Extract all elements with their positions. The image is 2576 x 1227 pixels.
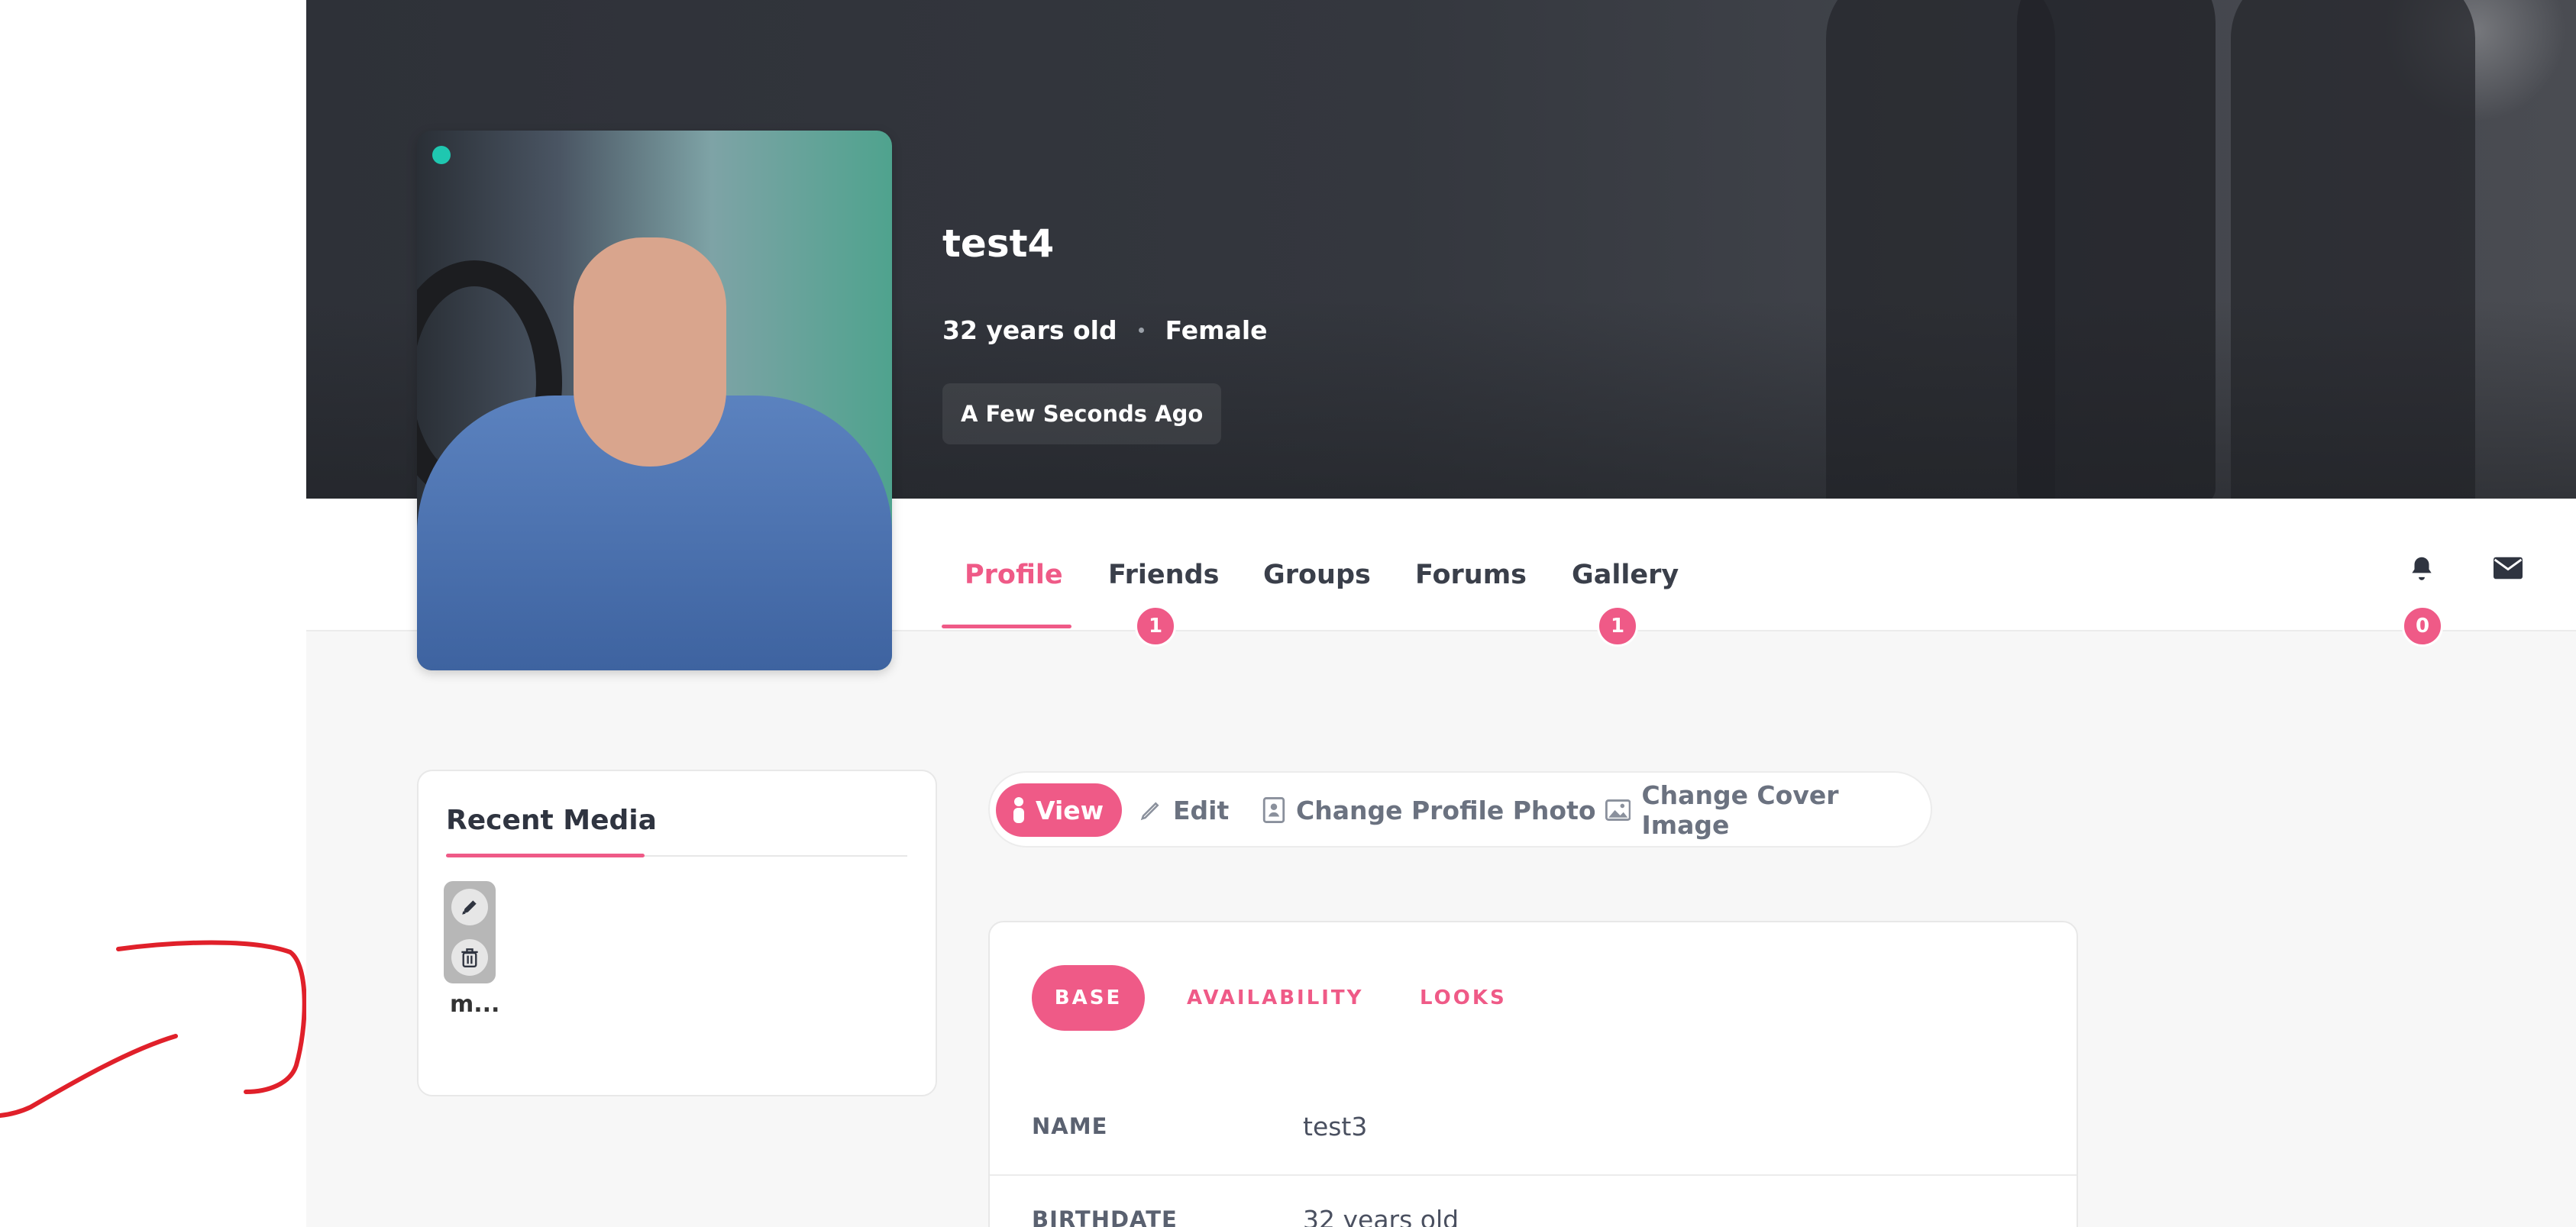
profile-info-card: BASE AVAILABILITY LOOKS NAME test3 BIRTH…: [988, 921, 2078, 1227]
active-tab-indicator: [942, 625, 1071, 628]
recent-media-title: Recent Media: [446, 805, 657, 836]
recent-media-card: Recent Media m...: [417, 770, 937, 1096]
row-divider: [990, 1174, 2077, 1176]
change-cover-image-label: Change Cover Image: [1641, 780, 1839, 840]
profile-page: test4 32 years old Female A Few Seconds …: [306, 0, 2576, 1227]
profile-meta: 32 years old Female: [942, 315, 1268, 345]
person-icon: [1013, 797, 1024, 823]
tab-profile[interactable]: Profile: [965, 560, 1063, 590]
change-profile-photo-button[interactable]: Change Profile Photo: [1262, 783, 1596, 837]
tab-groups[interactable]: Groups: [1263, 560, 1371, 590]
view-button-label: View: [1036, 795, 1104, 825]
separator-dot: [1138, 328, 1144, 333]
trash-icon[interactable]: [451, 939, 488, 976]
profile-actions: View Edit Change Profile Photo Change Co…: [988, 771, 1932, 848]
online-status-indicator: [432, 146, 451, 164]
name-label: NAME: [1032, 1113, 1108, 1139]
edit-button-label: Edit: [1173, 795, 1230, 825]
media-caption: m...: [450, 991, 500, 1018]
tab-base[interactable]: BASE: [1032, 965, 1145, 1031]
annotation-stroke: [0, 940, 307, 1118]
tab-gallery[interactable]: Gallery: [1572, 560, 1679, 590]
friends-count-badge: 1: [1135, 605, 1176, 647]
profile-age: 32 years old: [942, 315, 1117, 345]
gallery-count-badge: 1: [1597, 605, 1638, 647]
edit-icon[interactable]: [451, 889, 488, 925]
notifications-count-badge: 0: [2402, 605, 2443, 647]
title-underline: [446, 854, 645, 857]
tab-forums[interactable]: Forums: [1415, 560, 1527, 590]
tab-friends[interactable]: Friends: [1108, 560, 1219, 590]
change-cover-image-button[interactable]: Change Cover Image: [1605, 780, 1931, 840]
tab-looks[interactable]: LOOKS: [1420, 965, 1507, 1031]
pencil-icon: [1140, 802, 1159, 821]
profile-gender: Female: [1165, 315, 1268, 345]
bell-icon[interactable]: [2403, 549, 2441, 587]
change-profile-photo-label: Change Profile Photo: [1296, 795, 1596, 825]
media-thumbnail[interactable]: [444, 881, 496, 983]
last-seen-badge: A Few Seconds Ago: [942, 383, 1222, 444]
tab-availability[interactable]: AVAILABILITY: [1187, 965, 1364, 1031]
avatar[interactable]: [417, 131, 892, 670]
profile-name: test4: [942, 221, 1055, 266]
envelope-icon[interactable]: [2489, 549, 2527, 587]
name-value: test3: [1303, 1112, 1368, 1141]
birthdate-value: 32 years old: [1303, 1205, 1459, 1227]
edit-button[interactable]: Edit: [1139, 783, 1229, 837]
avatar-figure: [574, 237, 726, 467]
portrait-icon: [1262, 797, 1285, 823]
birthdate-label: BIRTHDATE: [1032, 1206, 1178, 1227]
image-icon: [1605, 799, 1631, 821]
view-button[interactable]: View: [996, 783, 1123, 837]
